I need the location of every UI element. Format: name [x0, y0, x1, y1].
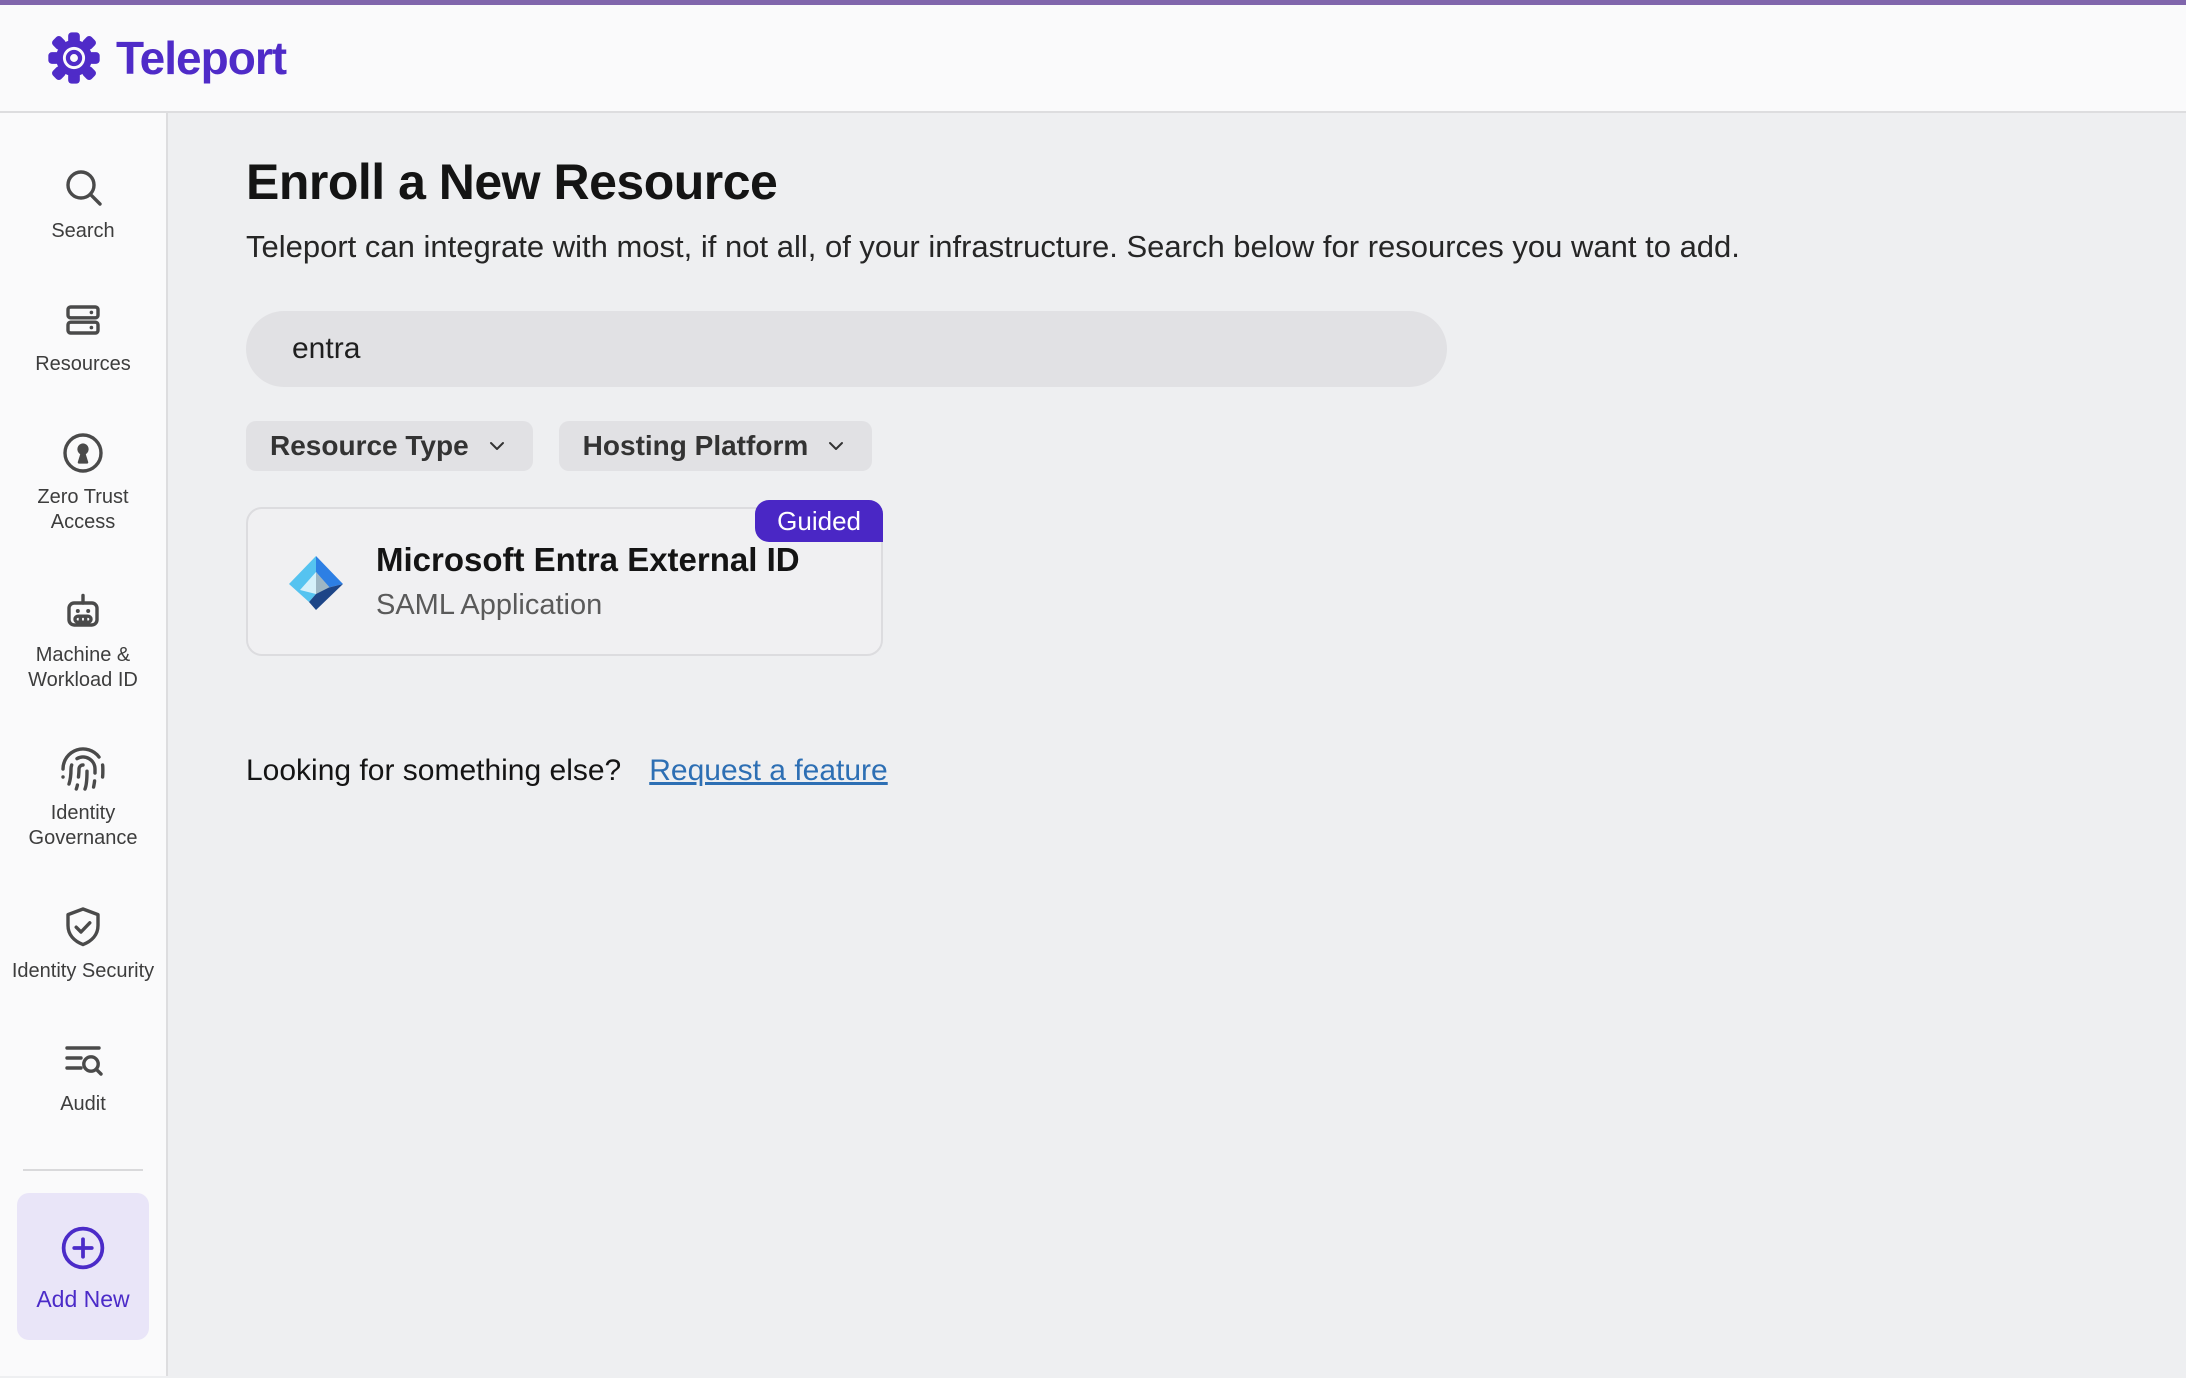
search-icon [59, 163, 107, 211]
sidebar-item-label: Identity Governance [8, 801, 158, 851]
sidebar-item-label: Search [51, 219, 114, 244]
feature-request-row: Looking for something else? Request a fe… [246, 754, 2186, 788]
hosting-platform-filter-button[interactable]: Hosting Platform [559, 421, 873, 471]
hosting-platform-filter-label: Hosting Platform [583, 430, 809, 462]
sidebar-item-zero-trust-access[interactable]: Zero Trust Access [8, 429, 158, 535]
resource-card-title: Microsoft Entra External ID [376, 541, 800, 579]
filter-row: Resource Type Hosting Platform [246, 421, 2186, 471]
resource-search-bar[interactable] [246, 311, 1447, 387]
teleport-logo[interactable]: Teleport [46, 30, 286, 86]
resource-card-subtitle: SAML Application [376, 589, 800, 622]
main-content: Enroll a New Resource Teleport can integ… [168, 113, 2186, 1376]
add-new-label: Add New [36, 1285, 129, 1314]
sidebar-item-search[interactable]: Search [8, 163, 158, 244]
resource-card-microsoft-entra-external-id[interactable]: Guided Microsoft Entra External ID SAML … [246, 507, 883, 656]
resource-type-filter-button[interactable]: Resource Type [246, 421, 533, 471]
sidebar-item-identity-governance[interactable]: Identity Governance [8, 745, 158, 851]
page-title: Enroll a New Resource [246, 153, 2186, 211]
sidebar-item-label: Identity Security [12, 959, 154, 984]
keyhole-icon [59, 429, 107, 477]
fingerprint-icon [59, 745, 107, 793]
sidebar-item-resources[interactable]: Resources [8, 296, 158, 377]
sidebar-item-label: Machine & Workload ID [8, 643, 158, 693]
add-new-button[interactable]: Add New [17, 1193, 149, 1340]
sidebar-divider [23, 1169, 143, 1171]
shield-check-icon [59, 903, 107, 951]
page-subtitle: Teleport can integrate with most, if not… [246, 229, 2186, 265]
sidebar-item-label: Zero Trust Access [8, 485, 158, 535]
guided-badge: Guided [755, 500, 883, 542]
resource-search-input[interactable] [292, 332, 1401, 366]
brand-wordmark: Teleport [116, 31, 286, 85]
app-header: Teleport [0, 5, 2186, 113]
sidebar-item-label: Audit [60, 1092, 106, 1117]
chevron-down-icon [824, 434, 848, 458]
resource-card-text: Microsoft Entra External ID SAML Applica… [376, 541, 800, 622]
robot-icon [59, 587, 107, 635]
sidebar-item-identity-security[interactable]: Identity Security [8, 903, 158, 984]
list-search-icon [59, 1036, 107, 1084]
plus-circle-icon [58, 1223, 108, 1273]
chevron-down-icon [485, 434, 509, 458]
servers-icon [59, 296, 107, 344]
microsoft-entra-icon [284, 550, 348, 614]
sidebar: Search Resources Zero Trust Access [0, 113, 168, 1376]
sidebar-item-label: Resources [35, 352, 131, 377]
gear-icon [46, 30, 102, 86]
looking-for-text: Looking for something else? [246, 754, 621, 788]
resource-type-filter-label: Resource Type [270, 430, 469, 462]
sidebar-item-audit[interactable]: Audit [8, 1036, 158, 1117]
sidebar-item-machine-workload-id[interactable]: Machine & Workload ID [8, 587, 158, 693]
request-feature-link[interactable]: Request a feature [649, 754, 888, 788]
